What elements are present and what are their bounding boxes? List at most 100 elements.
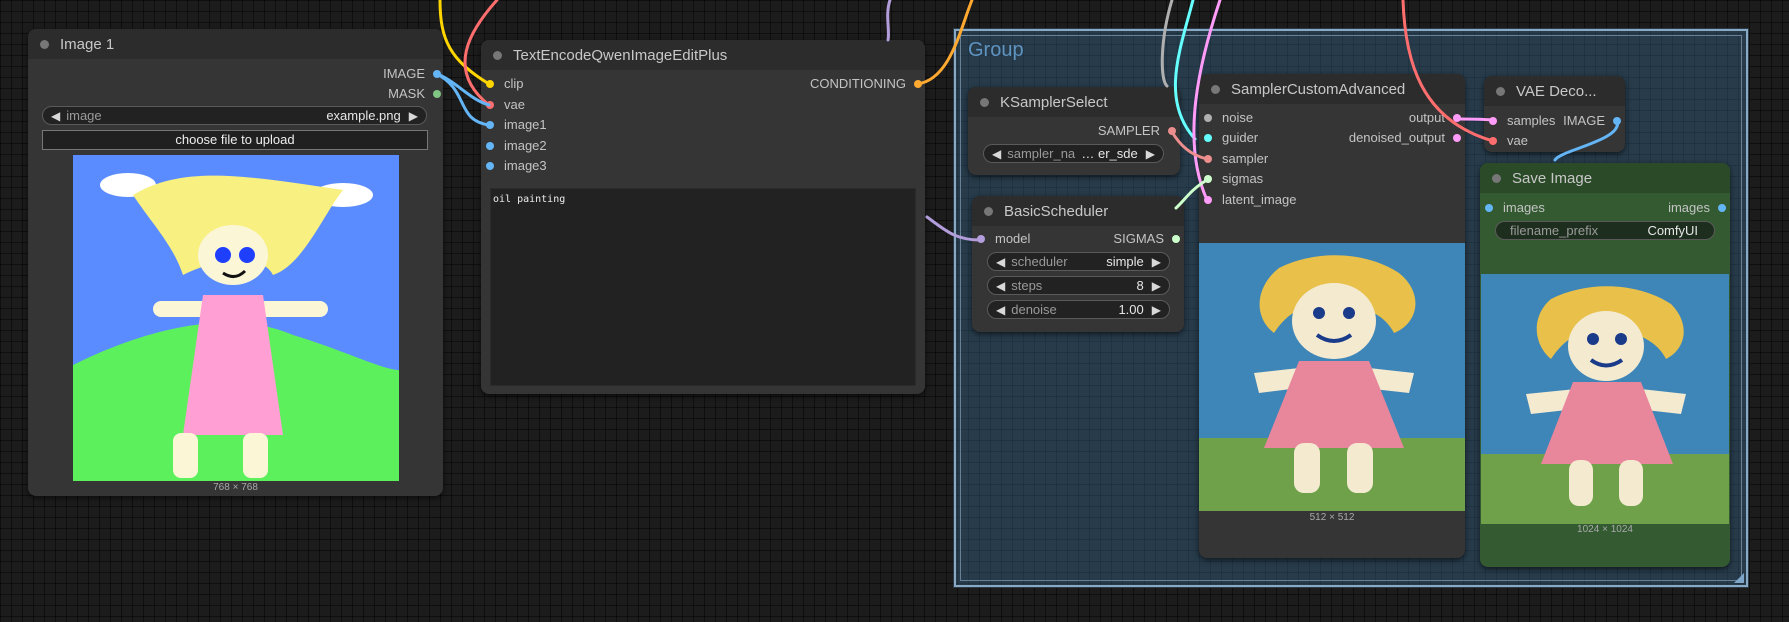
sampler-pin-icon[interactable] (1204, 155, 1212, 163)
arrow-right-icon[interactable]: ▶ (409, 109, 418, 123)
node-title: KSamplerSelect (1000, 93, 1108, 111)
input-sampler[interactable]: sampler (1204, 150, 1268, 168)
saved-image-preview (1481, 274, 1729, 524)
group-title[interactable]: Group (968, 39, 1024, 62)
node-header[interactable]: TextEncodeQwenImageEditPlus (481, 40, 925, 70)
collapse-dot-icon[interactable] (40, 39, 49, 49)
collapse-dot-icon[interactable] (984, 206, 993, 216)
model-pin-icon[interactable] (977, 235, 985, 243)
node-image-1[interactable]: Image 1 IMAGE MASK ◀ image example.png ▶… (28, 29, 443, 496)
node-header[interactable]: SamplerCustomAdvanced (1199, 74, 1465, 104)
input-vae[interactable]: vae (486, 96, 525, 114)
node-ksampler-select[interactable]: KSamplerSelect SAMPLER ◀ sampler_na … er… (968, 87, 1180, 175)
node-title: TextEncodeQwenImageEditPlus (513, 46, 728, 64)
node-title: Save Image (1512, 169, 1593, 187)
scheduler-widget[interactable]: ◀ scheduler simple ▶ (987, 252, 1170, 271)
node-header[interactable]: Save Image (1480, 163, 1730, 193)
node-text-encode[interactable]: TextEncodeQwenImageEditPlus clip vae ima… (481, 40, 925, 394)
latent-pin-icon[interactable] (1204, 196, 1212, 204)
collapse-dot-icon[interactable] (980, 97, 989, 107)
node-header[interactable]: VAE Deco... (1484, 76, 1625, 106)
group-resize-handle[interactable] (1734, 573, 1744, 583)
image-pin-icon[interactable] (486, 162, 494, 170)
arrow-right-icon[interactable]: ▶ (1146, 147, 1155, 161)
node-header[interactable]: KSamplerSelect (968, 87, 1180, 117)
node-header[interactable]: BasicScheduler (972, 196, 1184, 226)
wire-model (886, 0, 892, 42)
input-latent-image[interactable]: latent_image (1204, 191, 1296, 209)
image-size-caption: 1024 × 1024 (1577, 524, 1633, 535)
input-guider[interactable]: guider (1204, 129, 1258, 147)
steps-widget[interactable]: ◀ steps 8 ▶ (987, 276, 1170, 295)
collapse-dot-icon[interactable] (493, 50, 502, 60)
node-title: SamplerCustomAdvanced (1231, 80, 1406, 98)
output-denoised[interactable]: denoised_output (1349, 129, 1461, 147)
latent-pin-icon[interactable] (1453, 134, 1461, 142)
output-mask[interactable]: MASK (388, 85, 441, 103)
guider-pin-icon[interactable] (1204, 134, 1212, 142)
node-save-image[interactable]: Save Image images images filename_prefix… (1480, 163, 1730, 567)
input-samples[interactable]: samples (1489, 112, 1555, 130)
arrow-right-icon[interactable]: ▶ (1152, 303, 1161, 317)
arrow-right-icon[interactable]: ▶ (1152, 255, 1161, 269)
sampler-name-widget[interactable]: ◀ sampler_na … er_sde ▶ (983, 144, 1164, 163)
output-images[interactable]: images (1668, 199, 1726, 217)
node-title: VAE Deco... (1516, 82, 1597, 100)
prompt-textarea[interactable]: oil painting (490, 188, 916, 386)
arrow-left-icon[interactable]: ◀ (996, 279, 1005, 293)
sampler-preview-image (1199, 243, 1465, 511)
node-sampler-custom-advanced[interactable]: SamplerCustomAdvanced noise guider sampl… (1199, 74, 1465, 558)
image-pin-icon[interactable] (486, 142, 494, 150)
node-title: BasicScheduler (1004, 202, 1109, 220)
input-image1[interactable]: image1 (486, 116, 547, 134)
filename-prefix-widget[interactable]: filename_prefix ComfyUI (1495, 221, 1715, 240)
node-vae-decode[interactable]: VAE Deco... samples vae IMAGE (1484, 76, 1625, 152)
latent-pin-icon[interactable] (1453, 114, 1461, 122)
conditioning-pin-icon[interactable] (914, 80, 922, 88)
arrow-left-icon[interactable]: ◀ (992, 147, 1001, 161)
vae-pin-icon[interactable] (486, 101, 494, 109)
image-size-caption: 512 × 512 (1309, 512, 1355, 523)
output-sigmas[interactable]: SIGMAS (1113, 230, 1180, 248)
image-pin-icon[interactable] (1718, 204, 1726, 212)
collapse-dot-icon[interactable] (1496, 86, 1505, 96)
noise-pin-icon[interactable] (1204, 114, 1212, 122)
mask-pin-icon[interactable] (433, 90, 441, 98)
input-vae[interactable]: vae (1489, 132, 1528, 150)
image-pin-icon[interactable] (1485, 204, 1493, 212)
image-combo-widget[interactable]: ◀ image example.png ▶ (42, 106, 427, 125)
latent-pin-icon[interactable] (1489, 117, 1497, 125)
input-model[interactable]: model (977, 230, 1030, 248)
input-clip[interactable]: clip (486, 75, 524, 93)
sigmas-pin-icon[interactable] (1172, 235, 1180, 243)
node-title: Image 1 (60, 35, 115, 53)
collapse-dot-icon[interactable] (1211, 84, 1220, 94)
collapse-dot-icon[interactable] (1492, 173, 1501, 183)
arrow-right-icon[interactable]: ▶ (1152, 279, 1161, 293)
input-sigmas[interactable]: sigmas (1204, 170, 1263, 188)
arrow-left-icon[interactable]: ◀ (51, 109, 60, 123)
input-image2[interactable]: image2 (486, 137, 547, 155)
clip-pin-icon[interactable] (486, 80, 494, 88)
arrow-left-icon[interactable]: ◀ (996, 255, 1005, 269)
sigmas-pin-icon[interactable] (1204, 175, 1212, 183)
input-images[interactable]: images (1485, 199, 1545, 217)
output-image[interactable]: IMAGE (1563, 112, 1621, 130)
upload-button[interactable]: choose file to upload (42, 130, 428, 150)
vae-pin-icon[interactable] (1489, 137, 1497, 145)
image-size-caption: 768 × 768 (213, 482, 258, 493)
arrow-left-icon[interactable]: ◀ (996, 303, 1005, 317)
output-conditioning[interactable]: CONDITIONING (810, 75, 922, 93)
output-sampler[interactable]: SAMPLER (1098, 122, 1176, 140)
image-pin-icon[interactable] (486, 121, 494, 129)
image-pin-icon[interactable] (433, 70, 441, 78)
output-output[interactable]: output (1409, 109, 1461, 127)
output-image[interactable]: IMAGE (383, 65, 441, 83)
node-header[interactable]: Image 1 (28, 29, 443, 59)
node-basic-scheduler[interactable]: BasicScheduler model SIGMAS ◀ scheduler … (972, 196, 1184, 332)
image-pin-icon[interactable] (1613, 117, 1621, 125)
input-image3[interactable]: image3 (486, 157, 547, 175)
denoise-widget[interactable]: ◀ denoise 1.00 ▶ (987, 300, 1170, 319)
input-noise[interactable]: noise (1204, 109, 1253, 127)
sampler-pin-icon[interactable] (1168, 127, 1176, 135)
